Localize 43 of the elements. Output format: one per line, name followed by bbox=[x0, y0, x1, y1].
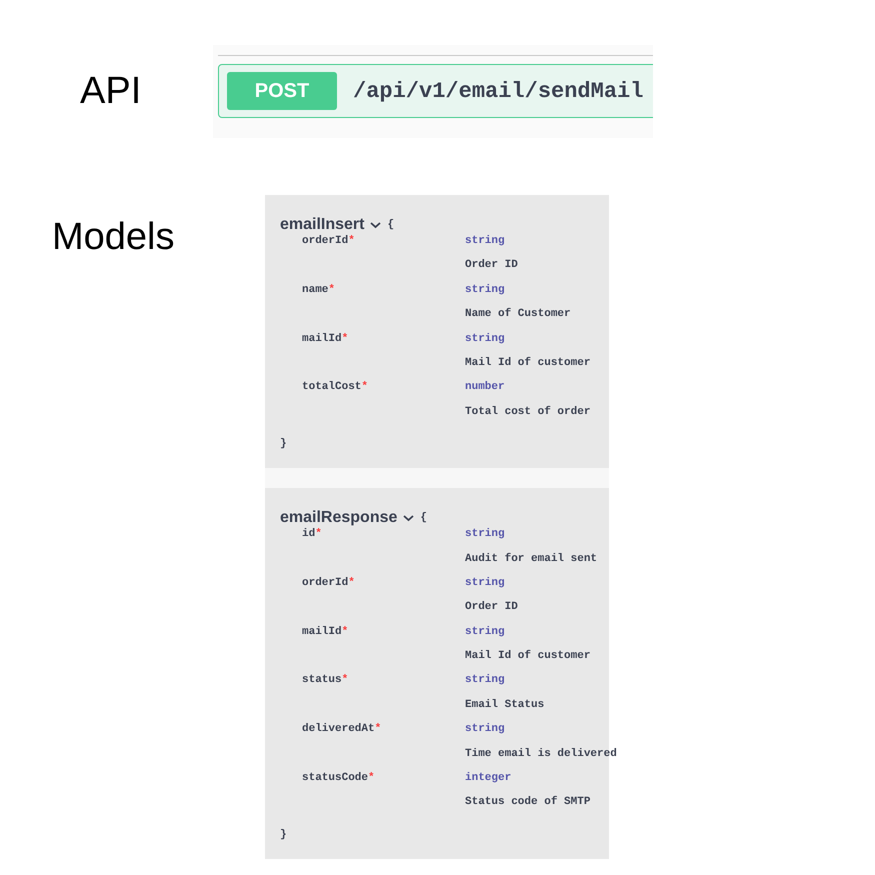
property-name: status* bbox=[302, 674, 348, 686]
property-description: Status code of SMTP bbox=[465, 796, 590, 808]
property-description: Time email is delivered bbox=[465, 748, 617, 760]
close-brace: } bbox=[280, 828, 288, 841]
property-name: deliveredAt* bbox=[302, 723, 382, 736]
property-name: totalCost* bbox=[302, 381, 368, 394]
endpoint-path: /api/v1/email/sendMail bbox=[353, 78, 644, 104]
property-name: orderId* bbox=[302, 235, 355, 247]
property-name: mailId* bbox=[302, 332, 348, 345]
property-description: Name of Customer bbox=[465, 308, 571, 320]
property-name: id* bbox=[302, 528, 322, 540]
chevron-icon[interactable] bbox=[370, 221, 382, 229]
property-description: Order ID bbox=[465, 601, 518, 614]
property-type: string bbox=[465, 674, 505, 686]
property-type: integer bbox=[465, 772, 512, 784]
property-name: mailId* bbox=[302, 626, 348, 638]
property-name: orderId* bbox=[302, 576, 355, 589]
model-title[interactable]: emailResponse bbox=[280, 509, 398, 528]
property-name: statusCode* bbox=[302, 772, 375, 784]
property-description: Order ID bbox=[465, 259, 518, 272]
property-type: string bbox=[465, 576, 505, 589]
close-brace: } bbox=[280, 438, 288, 450]
property-description: Audit for email sent bbox=[465, 552, 598, 565]
property-type: string bbox=[465, 626, 505, 638]
property-description: Email Status bbox=[465, 698, 544, 711]
open-brace: { bbox=[420, 512, 427, 524]
property-type: string bbox=[465, 528, 505, 540]
api-label: API bbox=[79, 70, 142, 113]
property-type: number bbox=[465, 381, 505, 394]
property-description: Mail Id of customer bbox=[465, 356, 590, 369]
property-description: Mail Id of customer bbox=[465, 650, 590, 662]
property-type: string bbox=[465, 235, 505, 247]
property-description: Total cost of order bbox=[465, 406, 590, 418]
models-label: Models bbox=[52, 216, 174, 258]
chevron-icon[interactable] bbox=[403, 514, 414, 522]
property-type: string bbox=[465, 284, 505, 296]
operation-bar[interactable]: POST /api/v1/email/sendMail bbox=[218, 64, 653, 118]
open-brace: { bbox=[387, 219, 394, 231]
property-type: string bbox=[465, 723, 505, 736]
property-name: name* bbox=[302, 284, 336, 296]
method-badge: POST bbox=[227, 72, 337, 110]
property-type: string bbox=[465, 332, 505, 345]
model-title[interactable]: emailInsert bbox=[280, 216, 364, 234]
